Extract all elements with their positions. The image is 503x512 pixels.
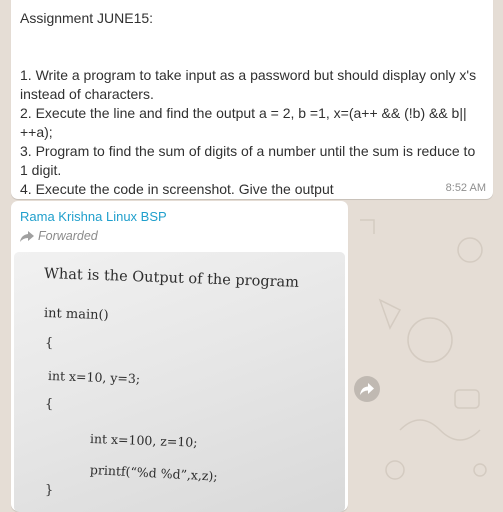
photo-text-line: { [45,397,54,412]
photo-text-line: printf(“%d %d”,x,z); [89,462,218,484]
forwarded-label: Forwarded [20,229,98,243]
share-arrow-icon [360,383,374,395]
photo-text-line: int x=10, y=3; [47,368,141,387]
message-bubble-forwarded-photo[interactable]: Rama Krishna Linux BSP Forwarded What is… [11,201,348,512]
message-line: 1. Write a program to take input as a pa… [20,67,480,102]
message-text: Assignment JUNE15: 1. Write a program to… [20,1,483,199]
sender-name[interactable]: Rama Krishna Linux BSP [20,209,167,224]
message-photo[interactable]: What is the Output of the program int ma… [14,252,345,512]
message-timestamp: 8:52 AM [445,182,486,194]
photo-text-line: What is the Output of the program [43,266,300,291]
photo-text-line: { [45,336,54,351]
forwarded-text: Forwarded [38,229,98,243]
photo-text-line: int main() [43,306,109,324]
share-icon[interactable] [354,376,380,402]
message-line [20,28,483,66]
message-line: 3. Program to find the sum of digits of … [20,143,480,178]
message-bubble-assignment[interactable]: Assignment JUNE15: 1. Write a program to… [11,0,493,199]
photo-text-line: } [45,483,54,498]
message-line: 2. Execute the line and find the output … [20,105,471,140]
message-line: Assignment JUNE15: [20,10,154,26]
forward-arrow-icon [20,230,34,242]
message-line: 4. Execute the code in screenshot. Give … [20,181,334,197]
photo-text-line: int x=100, z=10; [89,431,198,450]
